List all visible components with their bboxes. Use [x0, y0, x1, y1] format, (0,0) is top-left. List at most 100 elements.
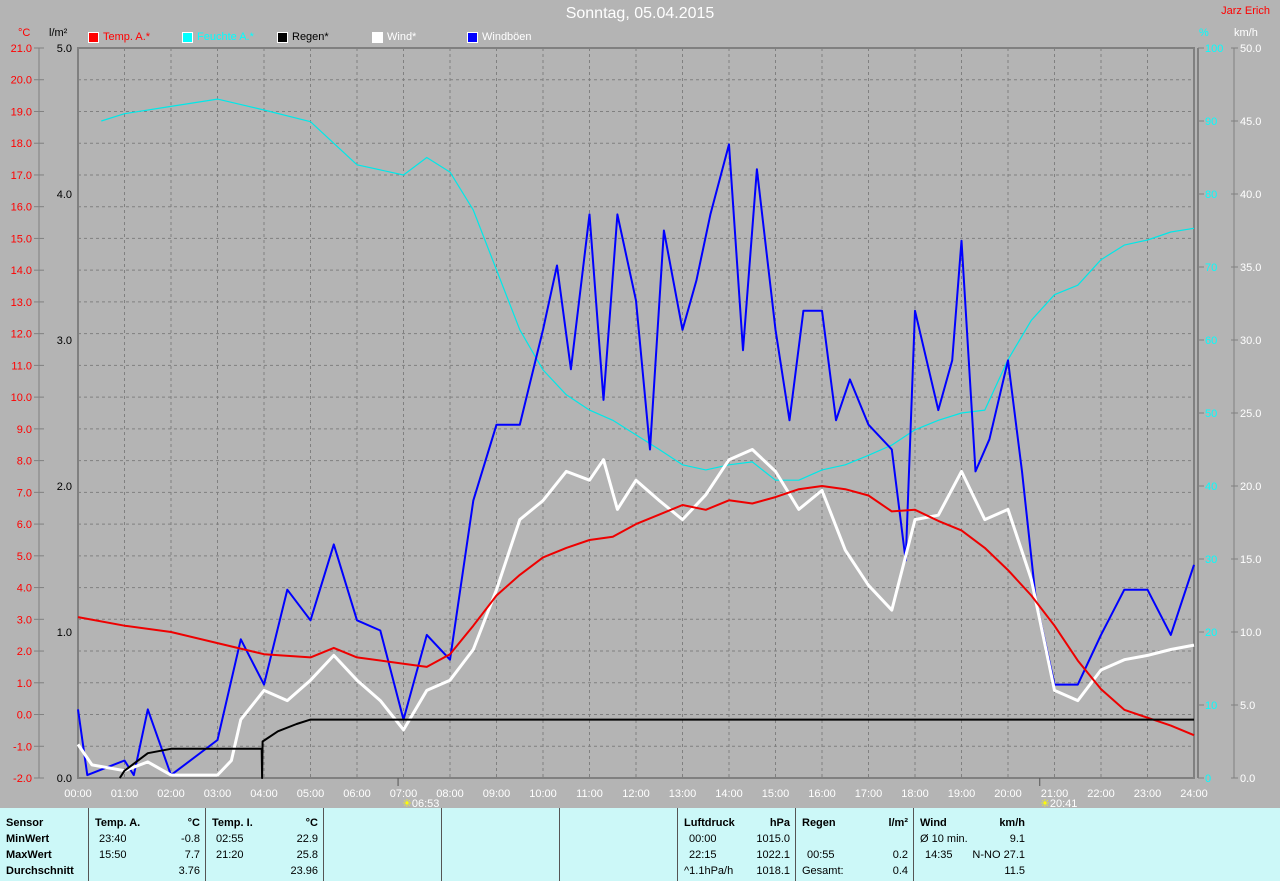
cell: 00:55: [807, 849, 835, 861]
temp-tick-label: 1.0: [17, 678, 32, 690]
avg-label: Durchschnitt: [6, 865, 74, 877]
col-temp-i: Temp. I. °C 02:55 22.9 21:20 25.8 23.96: [206, 808, 324, 881]
x-tick-label: 13:00: [669, 788, 697, 800]
legend-wind: Wind*: [372, 31, 416, 43]
cell: ^1.1hPa/h: [684, 865, 734, 877]
humidity-tick-label: 20: [1205, 627, 1217, 639]
cell: 21:20: [216, 849, 244, 861]
temp-tick-label: 19.0: [11, 106, 32, 118]
col-unit: l/m²: [888, 817, 908, 829]
wind-tick-label: 25.0: [1240, 408, 1261, 420]
wind-tick-label: 45.0: [1240, 116, 1261, 128]
x-tick-label: 08:00: [436, 788, 464, 800]
cell: 7.7: [184, 849, 200, 861]
col-header: Luftdruck: [684, 817, 735, 829]
legend-temp: Temp. A.*: [88, 31, 150, 43]
col-unit: °C: [305, 817, 318, 829]
author-label: Jarz Erich: [1221, 5, 1270, 17]
cell: 0.2: [892, 849, 908, 861]
humidity-tick-label: 40: [1205, 481, 1217, 493]
x-tick-label: 23:00: [1134, 788, 1162, 800]
cell: 02:55: [216, 833, 244, 845]
cell: 23.96: [290, 865, 318, 877]
x-tick-label: 03:00: [204, 788, 232, 800]
col-rain: Regen l/m² 00:55 0.2 Gesamt: 0.4: [796, 808, 914, 881]
cell: Ø 10 min.: [920, 833, 968, 845]
chart-title: Sonntag, 05.04.2015: [565, 5, 715, 22]
legend-label: Temp. A.*: [103, 31, 151, 43]
cell: 9.1: [1009, 833, 1025, 845]
x-tick-label: 09:00: [483, 788, 511, 800]
wind-tick-label: 15.0: [1240, 554, 1261, 566]
temp-tick-label: 16.0: [11, 202, 32, 214]
x-tick-label: 02:00: [157, 788, 185, 800]
col-temp-a: Temp. A. °C 23:40 -0.8 15:50 7.7 3.76: [89, 808, 206, 881]
cell: -0.8: [181, 833, 200, 845]
col-empty: [442, 808, 560, 881]
humidity-tick-label: 10: [1205, 700, 1217, 712]
wind-tick-label: 10.0: [1240, 627, 1261, 639]
wind-tick-label: 35.0: [1240, 262, 1261, 274]
temp-tick-label: 15.0: [11, 233, 32, 245]
wind-tick-label: 20.0: [1240, 481, 1261, 493]
humidity-tick-label: 0: [1205, 773, 1211, 785]
temp-tick-label: 21.0: [11, 43, 32, 55]
temp-tick-label: -1.0: [13, 741, 32, 753]
humidity-tick-label: 100: [1205, 43, 1223, 55]
cell: 0.4: [892, 865, 908, 877]
temp-tick-label: 10.0: [11, 392, 32, 404]
col-header: Wind: [920, 817, 947, 829]
humidity-tick-label: 70: [1205, 262, 1217, 274]
max-label: MaxWert: [6, 849, 52, 861]
stats-table: Sensor MinWert MaxWert Durchschnitt Temp…: [0, 808, 1280, 881]
temp-tick-label: 8.0: [17, 456, 32, 468]
legend-label: Regen*: [292, 31, 329, 43]
x-tick-label: 19:00: [948, 788, 976, 800]
rain-tick-label: 1.0: [57, 627, 72, 639]
x-tick-label: 14:00: [715, 788, 743, 800]
temp-tick-label: 14.0: [11, 265, 32, 277]
col-wind: Wind km/h Ø 10 min. 9.1 14:35 N-NO 27.1 11.…: [914, 808, 1030, 881]
rain-tick-label: 2.0: [57, 481, 72, 493]
cell: 1015.0: [756, 833, 790, 845]
temp-tick-label: 6.0: [17, 519, 32, 531]
temp-tick-label: 18.0: [11, 138, 32, 150]
humidity-tick-label: 90: [1205, 116, 1217, 128]
x-tick-label: 05:00: [297, 788, 325, 800]
rain-tick-label: 5.0: [57, 43, 72, 55]
legend-label: Feuchte A.*: [197, 31, 254, 43]
legend-humidity: Feuchte A.*: [182, 31, 254, 43]
temp-tick-label: 0.0: [17, 710, 32, 722]
x-tick-label: 10:00: [529, 788, 557, 800]
wind-tick-label: 40.0: [1240, 189, 1261, 201]
x-tick-label: 16:00: [808, 788, 836, 800]
x-tick-label: 12:00: [622, 788, 650, 800]
temp-tick-label: 17.0: [11, 170, 32, 182]
col-unit: km/h: [999, 817, 1025, 829]
cell: 3.76: [178, 865, 200, 877]
cell: 14:35: [925, 849, 953, 861]
cell: 1018.1: [756, 865, 790, 877]
x-tick-label: 22:00: [1087, 788, 1115, 800]
wind-tick-label: 50.0: [1240, 43, 1261, 55]
wind-tick-label: 0.0: [1240, 773, 1255, 785]
col-header: Regen: [802, 817, 836, 829]
legend-label: Wind*: [387, 31, 417, 43]
legend-swatch: [372, 31, 383, 43]
temp-tick-label: 12.0: [11, 329, 32, 341]
legend-swatch: [88, 31, 99, 43]
temp-tick-label: 7.0: [17, 487, 32, 499]
x-tick-label: 01:00: [111, 788, 139, 800]
weather-chart: 21.0 20.0 19.0 18.0 17.0 16.0 15.0 14.0 13.0 12.0…: [11, 43, 1262, 800]
temp-tick-label: -2.0: [13, 773, 32, 785]
x-tick-label: 17:00: [855, 788, 883, 800]
legend-rain: Regen*: [277, 31, 329, 43]
legend-swatch: [467, 31, 478, 43]
x-tick-label: 15:00: [762, 788, 790, 800]
x-tick-label: 06:00: [343, 788, 371, 800]
x-tick-label: 04:00: [250, 788, 278, 800]
rain-tick-label: 0.0: [57, 773, 72, 785]
x-tick-label: 18:00: [901, 788, 929, 800]
x-tick-label: 11:00: [576, 788, 603, 800]
x-tick-label: 24:00: [1180, 788, 1208, 800]
